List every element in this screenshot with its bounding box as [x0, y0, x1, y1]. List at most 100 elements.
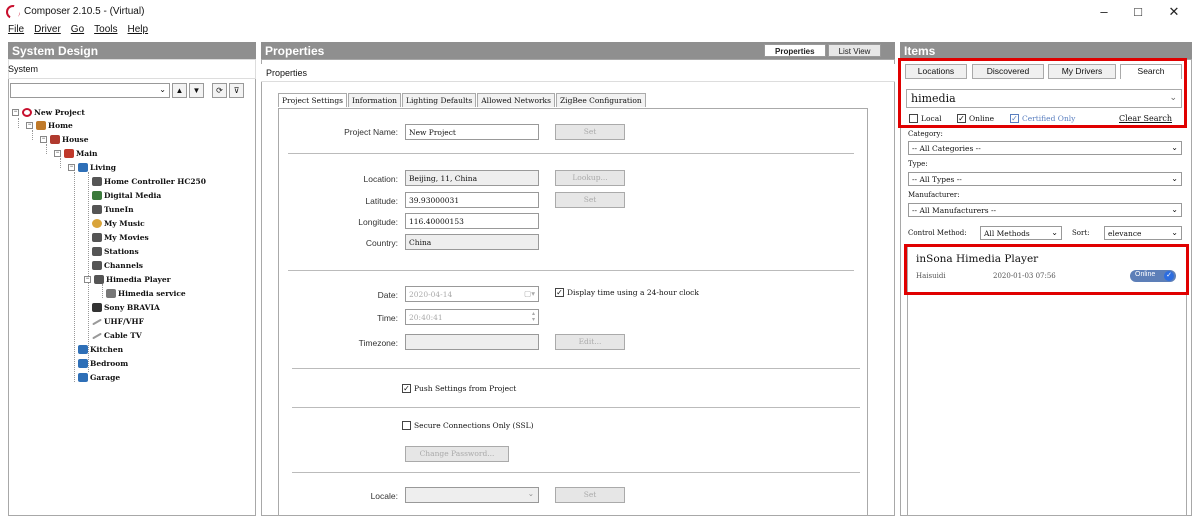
media-icon [92, 191, 102, 200]
player-icon [94, 275, 104, 284]
result-manufacturer: Haisuidi [916, 272, 946, 280]
tree-item-main[interactable]: − Main [54, 149, 97, 158]
location-field: Beijing, 11, China [405, 170, 539, 186]
tree-item-digital-media[interactable]: Digital Media [92, 191, 161, 200]
minimize-button[interactable]: – [1094, 4, 1114, 19]
maximize-button[interactable]: □ [1128, 4, 1148, 19]
chevron-down-icon: ⌄ [159, 85, 166, 94]
tab-zigbee-configuration[interactable]: ZigBee Configuration [555, 93, 646, 107]
properties-label: Properties [266, 68, 308, 78]
tree-item-living[interactable]: − Living [68, 163, 116, 172]
cable-icon [92, 332, 102, 339]
display-24h-checkbox[interactable]: ✓ Display time using a 24-hour clock [555, 288, 699, 297]
tree-item-my-movies[interactable]: My Movies [92, 233, 149, 242]
tab-properties[interactable]: Properties [764, 44, 826, 57]
room-icon [78, 359, 88, 368]
filter-button[interactable]: ⊽ [229, 83, 244, 98]
tree-item-himedia-service[interactable]: Himedia service [106, 289, 186, 298]
chevron-down-icon: ⌄ [527, 489, 534, 498]
close-button[interactable]: ✕ [1164, 4, 1184, 20]
lookup-button[interactable]: Lookup... [555, 170, 625, 186]
tab-information[interactable]: Information [348, 93, 402, 107]
sort-select[interactable]: elevance ⌄ [1104, 226, 1182, 240]
move-up-button[interactable]: ▲ [172, 83, 187, 98]
refresh-button[interactable]: ⟳ [212, 83, 227, 98]
tree-item-my-music[interactable]: My Music [92, 219, 145, 228]
country-field: China [405, 234, 539, 250]
manufacturer-label: Manufacturer: [908, 191, 960, 199]
set-coordinates-button[interactable]: Set [555, 192, 625, 208]
country-label: Country: [365, 238, 398, 248]
menu-file[interactable]: File [8, 24, 24, 38]
menu-driver[interactable]: Driver [34, 24, 61, 38]
edit-timezone-button[interactable]: Edit... [555, 334, 625, 350]
category-label: Category: [908, 130, 943, 138]
tree-item-house[interactable]: − House [40, 135, 89, 144]
chevron-down-icon: ⌄ [1051, 228, 1058, 237]
menu-help[interactable]: Help [128, 24, 149, 38]
locale-select[interactable]: ⌄ [405, 487, 539, 503]
type-select[interactable]: -- All Types -- ⌄ [908, 172, 1182, 186]
tree-item-new-project[interactable]: − New Project [12, 108, 85, 117]
menu-go[interactable]: Go [71, 24, 84, 38]
category-select[interactable]: -- All Categories -- ⌄ [908, 141, 1182, 155]
tab-lighting-defaults[interactable]: Lighting Defaults [402, 93, 477, 107]
divider [288, 153, 854, 154]
tree-item-bedroom[interactable]: Bedroom [78, 359, 128, 368]
chevron-down-icon: ⌄ [1171, 228, 1178, 237]
composer-logo-icon [6, 5, 20, 19]
move-down-button[interactable]: ▼ [189, 83, 204, 98]
antenna-icon [92, 318, 102, 325]
set-locale-button[interactable]: Set [555, 487, 625, 503]
tab-project-settings[interactable]: Project Settings [278, 93, 347, 107]
menu-tools[interactable]: Tools [94, 24, 117, 38]
date-label: Date: [377, 290, 398, 300]
tab-list-view[interactable]: List View [827, 44, 882, 57]
certified-check-icon: ✓ [1164, 271, 1174, 281]
divider [292, 472, 860, 473]
stations-icon [92, 247, 102, 256]
properties-subheader [261, 64, 895, 82]
result-date: 2020-01-03 07:56 [993, 272, 1056, 280]
checkbox-checked-icon: ✓ [402, 384, 411, 393]
system-combo[interactable]: ⌄ [10, 83, 170, 98]
tree-item-home[interactable]: − Home [26, 121, 73, 130]
chevron-down-icon: ⌄ [1171, 205, 1178, 214]
divider [288, 270, 854, 271]
push-settings-checkbox[interactable]: ✓ Push Settings from Project [402, 384, 516, 393]
tree-item-stations[interactable]: Stations [92, 247, 139, 256]
project-name-field[interactable]: New Project [405, 124, 539, 140]
tree-item-tunein[interactable]: TuneIn [92, 205, 134, 214]
music-icon [92, 219, 102, 228]
view-tabs: Properties List View [762, 44, 882, 57]
house-icon [50, 135, 60, 144]
time-field[interactable]: 20:40:41 ▴ ▾ [405, 309, 539, 325]
tree-item-himedia-player[interactable]: − Himedia Player [84, 275, 171, 284]
tree-item-controller[interactable]: Home Controller HC250 [92, 177, 206, 186]
result-name: inSona Himedia Player [916, 253, 1039, 265]
search-highlight-box [898, 58, 1187, 128]
control-method-label: Control Method: [908, 229, 967, 237]
service-icon [106, 289, 116, 298]
room-icon [78, 163, 88, 172]
calendar-dropdown-icon: ▢▾ [524, 289, 535, 298]
tree-item-sony-bravia[interactable]: Sony BRAVIA [92, 303, 160, 312]
set-project-name-button[interactable]: Set [555, 124, 625, 140]
tree-item-kitchen[interactable]: Kitchen [78, 345, 123, 354]
longitude-field[interactable]: 116.40000153 [405, 213, 539, 229]
items-header: Items [900, 42, 1192, 59]
tree-item-cable-tv[interactable]: Cable TV [92, 331, 142, 340]
latitude-field[interactable]: 39.93000031 [405, 192, 539, 208]
chevron-down-icon: ⌄ [1171, 143, 1178, 152]
control-method-select[interactable]: All Methods ⌄ [980, 226, 1062, 240]
tree-item-channels[interactable]: Channels [92, 261, 143, 270]
tab-allowed-networks[interactable]: Allowed Networks [477, 93, 555, 107]
secure-ssl-checkbox[interactable]: Secure Connections Only (SSL) [402, 421, 534, 430]
date-field[interactable]: 2020-04-14 ▢▾ [405, 286, 539, 302]
tree-item-garage[interactable]: Garage [78, 373, 120, 382]
manufacturer-select[interactable]: -- All Manufacturers -- ⌄ [908, 203, 1182, 217]
change-password-button[interactable]: Change Password... [405, 446, 509, 462]
floor-icon [64, 149, 74, 158]
project-name-label: Project Name: [344, 127, 398, 137]
tree-item-uhf-vhf[interactable]: UHF/VHF [92, 317, 144, 326]
